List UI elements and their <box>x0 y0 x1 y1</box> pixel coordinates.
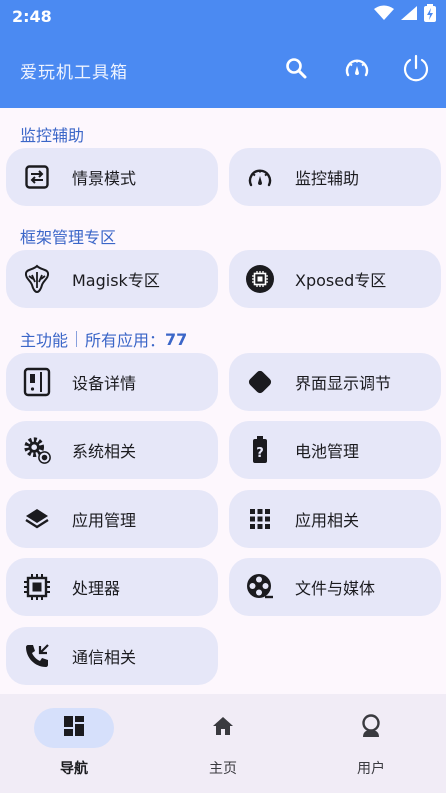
card-system-label: 系统相关 <box>72 442 137 461</box>
home-icon <box>211 714 235 742</box>
battery-charging-icon <box>424 4 436 26</box>
card-device-details-label: 设备详情 <box>72 374 137 393</box>
film-reel-icon <box>245 572 275 602</box>
speedometer-icon <box>343 54 371 86</box>
wifi-icon <box>374 5 394 25</box>
nav-label-home: 主页 <box>209 761 237 777</box>
nav-pill-navigation <box>34 708 114 748</box>
card-telecom-label: 通信相关 <box>72 648 137 667</box>
card-monitor-assist-label: 监控辅助 <box>295 169 360 188</box>
card-display-adjust[interactable]: 界面显示调节 <box>229 353 441 411</box>
section-title-framework: 框架管理专区 <box>20 224 116 248</box>
nav-pill-user <box>331 708 411 748</box>
status-bar: 2:48 <box>0 0 446 32</box>
card-monitor-assist[interactable]: 监控辅助 <box>229 148 441 206</box>
swap-icon <box>22 162 52 192</box>
card-scene-mode[interactable]: 情景模式 <box>6 148 218 206</box>
section-title-monitor: 监控辅助 <box>20 122 84 146</box>
section-title-main: 主功能 所有应用： 77 <box>20 327 187 351</box>
chip-icon <box>245 264 275 294</box>
card-app-manage-label: 应用管理 <box>72 511 137 530</box>
app-title: 爱玩机工具箱 <box>20 63 128 83</box>
phone-forward-icon <box>22 641 52 671</box>
svg-text:?: ? <box>256 446 264 461</box>
card-battery[interactable]: ? 电池管理 <box>229 421 441 479</box>
power-button[interactable] <box>398 52 434 88</box>
layers-icon <box>22 504 52 534</box>
nav-item-navigation[interactable]: 导航 <box>14 694 134 793</box>
apps-grid-icon <box>245 504 275 534</box>
card-files-media-label: 文件与媒体 <box>295 579 376 598</box>
section-title-monitor-text: 监控辅助 <box>20 126 85 145</box>
card-display-adjust-label: 界面显示调节 <box>295 374 392 393</box>
toolbar: 爱玩机工具箱 <box>0 40 446 100</box>
card-app-related[interactable]: 应用相关 <box>229 490 441 548</box>
power-icon <box>401 53 431 87</box>
section-divider <box>76 331 78 347</box>
nav-item-home[interactable]: 主页 <box>163 694 283 793</box>
card-processor[interactable]: 处理器 <box>6 558 218 616</box>
all-apps-label: 所有应用： <box>85 331 166 350</box>
card-xposed-label: Xposed专区 <box>295 271 387 290</box>
card-scene-mode-label: 情景模式 <box>72 169 137 188</box>
card-files-media[interactable]: 文件与媒体 <box>229 558 441 616</box>
card-system[interactable]: 系统相关 <box>6 421 218 479</box>
card-device-details[interactable]: 设备详情 <box>6 353 218 411</box>
bottom-navigation: 导航 主页 用户 <box>0 694 446 793</box>
section-title-framework-text: 框架管理专区 <box>20 228 117 247</box>
gear-settings-icon <box>22 435 52 465</box>
card-app-related-label: 应用相关 <box>295 511 360 530</box>
nav-item-user[interactable]: 用户 <box>311 694 431 793</box>
user-icon <box>358 713 384 743</box>
card-processor-label: 处理器 <box>72 579 121 598</box>
rotate-screen-icon <box>245 367 275 397</box>
device-icon <box>22 367 52 397</box>
speedometer-icon <box>245 162 275 192</box>
card-app-manage[interactable]: 应用管理 <box>6 490 218 548</box>
card-telecom[interactable]: 通信相关 <box>6 627 218 685</box>
monitor-button[interactable] <box>339 52 375 88</box>
all-apps-count: 77 <box>165 329 188 349</box>
nav-label-user: 用户 <box>357 761 385 777</box>
magisk-icon <box>22 264 52 294</box>
card-battery-label: 电池管理 <box>295 442 360 461</box>
card-xposed[interactable]: Xposed专区 <box>229 250 441 308</box>
section-title-main-text: 主功能 <box>20 331 69 350</box>
search-button[interactable] <box>278 52 314 88</box>
processor-icon <box>22 572 52 602</box>
app-bar: 2:48 爱玩机工具箱 <box>0 0 446 108</box>
signal-icon <box>400 5 418 25</box>
search-icon <box>284 56 308 84</box>
status-icons <box>374 4 436 26</box>
dashboard-icon <box>62 714 86 742</box>
card-magisk-label: Magisk专区 <box>72 271 160 290</box>
battery-unknown-icon: ? <box>245 435 275 465</box>
nav-label-navigation: 导航 <box>60 761 88 777</box>
card-magisk[interactable]: Magisk专区 <box>6 250 218 308</box>
status-time: 2:48 <box>12 6 52 26</box>
nav-pill-home <box>183 708 263 748</box>
